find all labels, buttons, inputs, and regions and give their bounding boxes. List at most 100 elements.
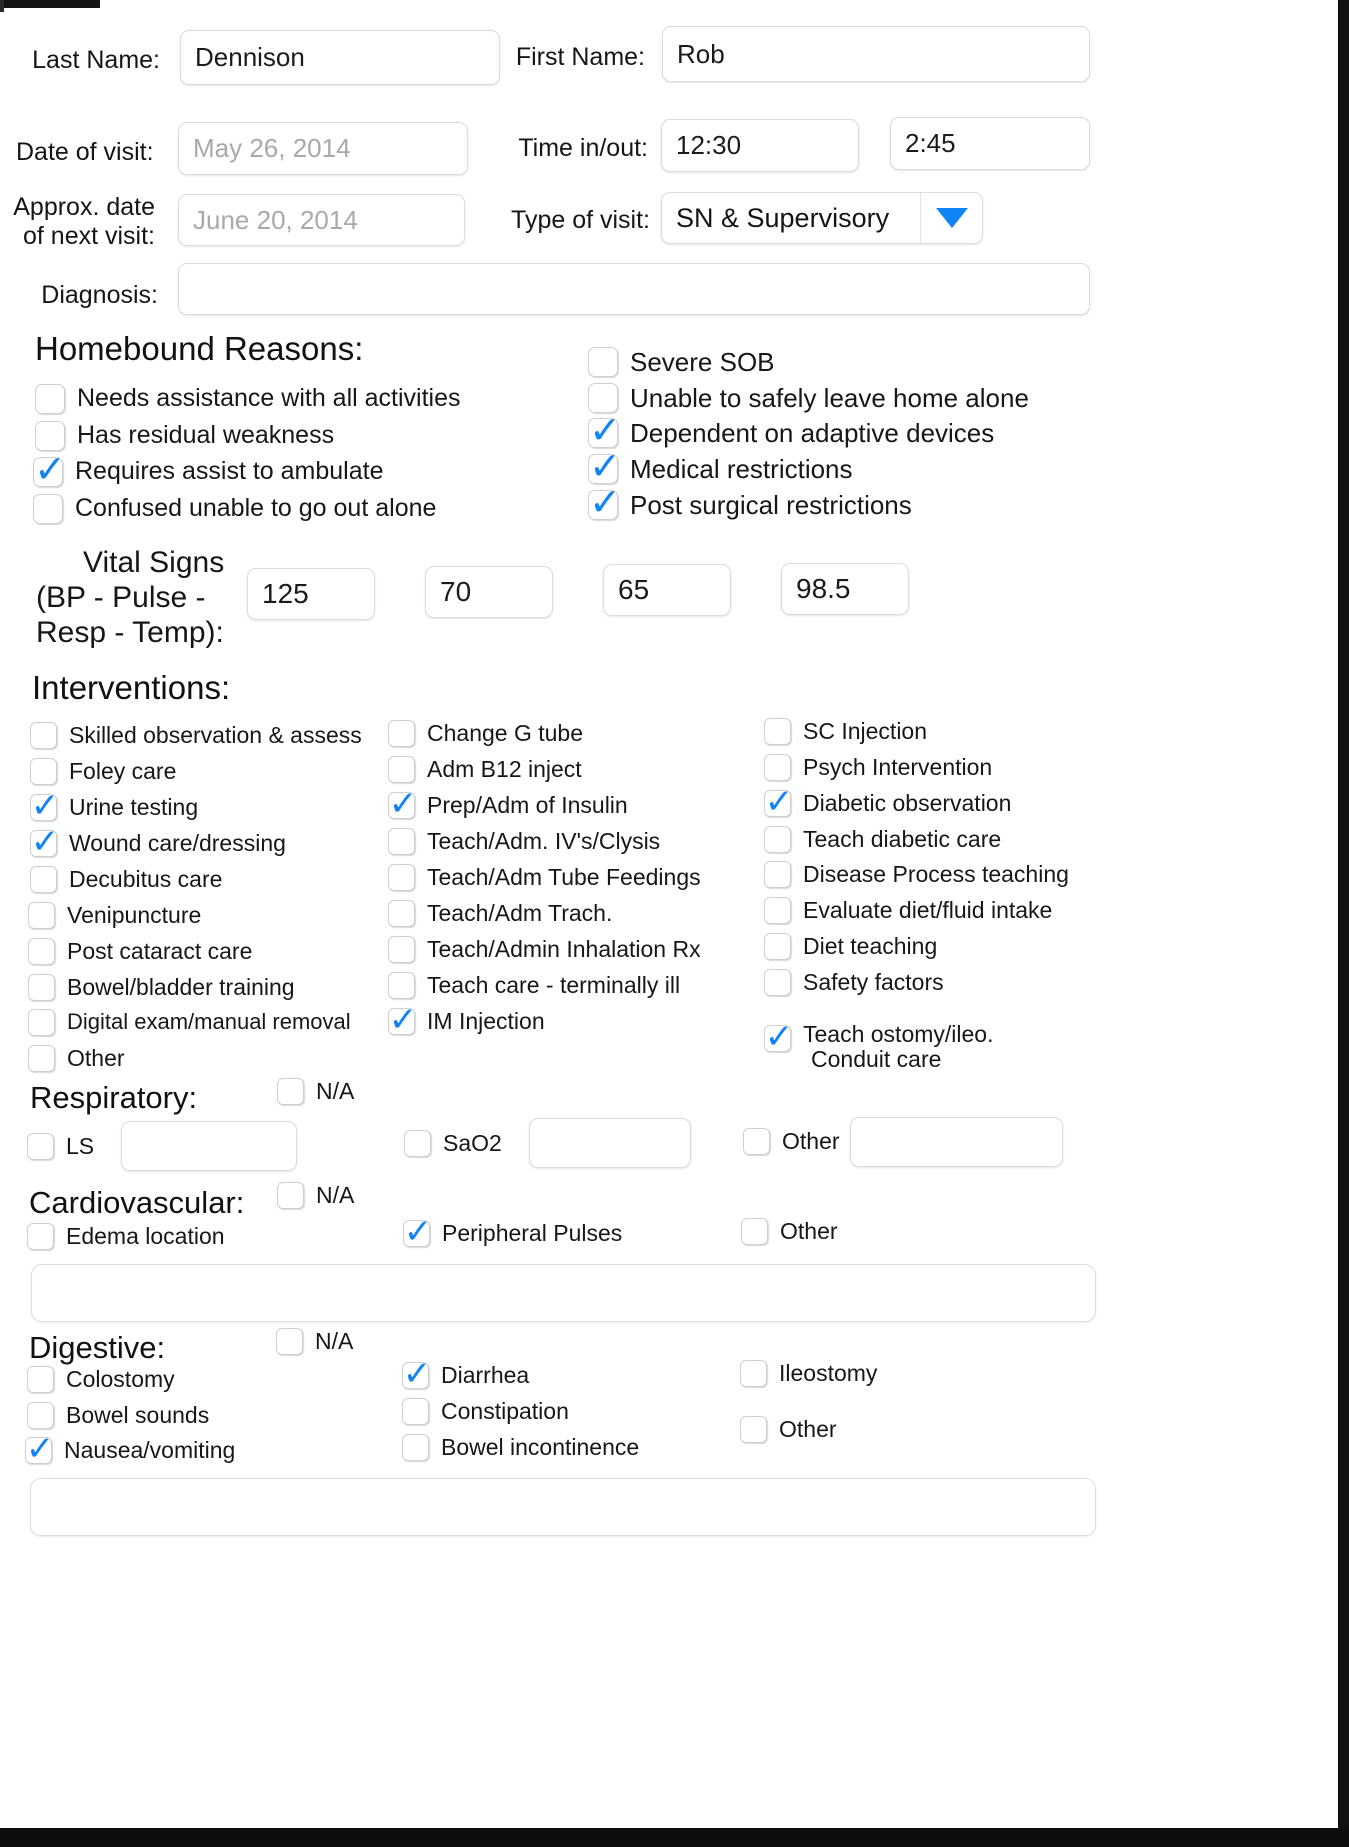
digestive-c2-2[interactable]: Bowel incontinence	[402, 1434, 639, 1461]
intervention-c1-1[interactable]: Foley care	[30, 758, 176, 785]
first-name-input[interactable]: Rob	[662, 26, 1090, 82]
respiratory-ls-input[interactable]	[121, 1121, 297, 1171]
checkbox-checked[interactable]: ✓	[388, 1000, 417, 1040]
digestive-c2-0[interactable]: ✓ Diarrhea	[402, 1354, 529, 1394]
homebound-item-6[interactable]: ✓ Dependent on adaptive devices	[588, 410, 994, 450]
cardiovascular-other[interactable]: Other	[741, 1218, 838, 1245]
time-in-input[interactable]: 12:30	[661, 119, 859, 172]
diagnosis-input[interactable]	[178, 263, 1090, 315]
intervention-c2-6[interactable]: Teach/Admin Inhalation Rx	[388, 936, 701, 963]
vitals-pulse-resp-input[interactable]: 65	[603, 564, 731, 616]
checkbox[interactable]	[764, 718, 791, 745]
respiratory-sao2[interactable]: SaO2	[404, 1130, 502, 1157]
checkbox[interactable]	[28, 1045, 55, 1072]
checkbox[interactable]	[388, 720, 415, 747]
checkbox[interactable]	[30, 722, 57, 749]
checkbox[interactable]	[741, 1218, 768, 1245]
checkbox[interactable]	[28, 902, 55, 929]
checkbox[interactable]	[28, 938, 55, 965]
checkbox-checked[interactable]: ✓	[764, 1017, 793, 1057]
digestive-na[interactable]: N/A	[276, 1328, 353, 1355]
intervention-c2-2[interactable]: ✓ Prep/Adm of Insulin	[388, 784, 628, 824]
intervention-c3-2[interactable]: ✓ Diabetic observation	[764, 782, 1011, 822]
digestive-c2-1[interactable]: Constipation	[402, 1398, 569, 1425]
respiratory-other-input[interactable]	[850, 1117, 1063, 1167]
checkbox[interactable]	[764, 969, 791, 996]
checkbox[interactable]	[27, 1133, 54, 1160]
respiratory-na[interactable]: N/A	[277, 1078, 354, 1105]
intervention-c3-4[interactable]: Disease Process teaching	[764, 861, 1069, 888]
checkbox[interactable]	[388, 900, 415, 927]
checkbox[interactable]	[27, 1223, 54, 1250]
checkbox[interactable]	[30, 758, 57, 785]
intervention-c1-3[interactable]: ✓ Wound care/dressing	[30, 822, 286, 862]
homebound-item-0[interactable]: Needs assistance with all activities	[35, 384, 461, 414]
homebound-item-5[interactable]: Unable to safely leave home alone	[588, 383, 1029, 413]
intervention-c2-3[interactable]: Teach/Adm. IV's/Clysis	[388, 828, 660, 855]
homebound-item-3[interactable]: Confused unable to go out alone	[33, 494, 436, 524]
cardiovascular-na[interactable]: N/A	[277, 1182, 354, 1209]
intervention-c2-7[interactable]: Teach care - terminally ill	[388, 972, 680, 999]
digestive-c1-1[interactable]: Bowel sounds	[27, 1402, 209, 1429]
intervention-c2-0[interactable]: Change G tube	[388, 720, 583, 747]
intervention-c1-0[interactable]: Skilled observation & assess	[30, 722, 362, 749]
intervention-c1-2[interactable]: ✓ Urine testing	[30, 786, 198, 826]
homebound-item-4[interactable]: Severe SOB	[588, 347, 775, 377]
intervention-c3-0[interactable]: SC Injection	[764, 718, 927, 745]
checkbox[interactable]	[740, 1416, 767, 1443]
checkbox[interactable]	[33, 494, 63, 524]
checkbox[interactable]	[276, 1328, 303, 1355]
checkbox[interactable]	[764, 897, 791, 924]
checkbox-checked[interactable]: ✓	[33, 449, 66, 489]
intervention-c2-4[interactable]: Teach/Adm Tube Feedings	[388, 864, 701, 891]
checkbox[interactable]	[28, 1009, 55, 1036]
vitals-bp-systolic-input[interactable]: 125	[247, 568, 375, 620]
vitals-bp-diastolic-input[interactable]: 70	[425, 566, 553, 618]
checkbox[interactable]	[277, 1078, 304, 1105]
checkbox[interactable]	[277, 1182, 304, 1209]
checkbox-checked[interactable]: ✓	[403, 1212, 432, 1252]
checkbox[interactable]	[35, 384, 65, 414]
chevron-down-icon[interactable]	[920, 193, 982, 243]
checkbox-checked[interactable]: ✓	[588, 482, 621, 522]
intervention-c1-5[interactable]: Venipuncture	[28, 902, 201, 929]
checkbox[interactable]	[27, 1366, 54, 1393]
checkbox[interactable]	[388, 756, 415, 783]
checkbox[interactable]	[402, 1434, 429, 1461]
checkbox-checked[interactable]: ✓	[388, 784, 417, 824]
respiratory-ls[interactable]: LS	[27, 1133, 94, 1160]
respiratory-sao2-input[interactable]	[529, 1118, 691, 1168]
intervention-c2-1[interactable]: Adm B12 inject	[388, 756, 582, 783]
cardiovascular-notes-input[interactable]	[31, 1264, 1096, 1322]
intervention-c1-9[interactable]: Other	[28, 1045, 125, 1072]
checkbox[interactable]	[388, 936, 415, 963]
digestive-notes-input[interactable]	[30, 1478, 1096, 1536]
cardiovascular-pulses[interactable]: ✓ Peripheral Pulses	[403, 1212, 622, 1252]
checkbox[interactable]	[388, 972, 415, 999]
date-of-visit-input[interactable]: May 26, 2014	[178, 122, 468, 175]
checkbox[interactable]	[764, 861, 791, 888]
intervention-c1-4[interactable]: Decubitus care	[30, 866, 222, 893]
time-out-input[interactable]: 2:45	[890, 117, 1090, 170]
digestive-c3-1[interactable]: Other	[740, 1416, 837, 1443]
respiratory-other[interactable]: Other	[743, 1128, 840, 1155]
digestive-c3-0[interactable]: Ileostomy	[740, 1360, 877, 1387]
intervention-c2-5[interactable]: Teach/Adm Trach.	[388, 900, 612, 927]
intervention-c1-7[interactable]: Bowel/bladder training	[28, 974, 295, 1001]
checkbox[interactable]	[402, 1398, 429, 1425]
intervention-c1-6[interactable]: Post cataract care	[28, 938, 252, 965]
checkbox[interactable]	[743, 1128, 770, 1155]
intervention-c3-teach-ostomy[interactable]: ✓ Teach ostomy/ileo. Conduit care	[764, 1017, 993, 1073]
checkbox[interactable]	[28, 974, 55, 1001]
checkbox[interactable]	[27, 1402, 54, 1429]
checkbox-checked[interactable]: ✓	[30, 822, 59, 862]
checkbox-checked[interactable]: ✓	[764, 782, 793, 822]
intervention-c3-5[interactable]: Evaluate diet/fluid intake	[764, 897, 1052, 924]
cardiovascular-edema[interactable]: Edema location	[27, 1223, 225, 1250]
intervention-c3-1[interactable]: Psych Intervention	[764, 754, 992, 781]
checkbox[interactable]	[404, 1130, 431, 1157]
checkbox[interactable]	[588, 347, 618, 377]
homebound-item-7[interactable]: ✓ Medical restrictions	[588, 446, 853, 486]
intervention-c2-8[interactable]: ✓ IM Injection	[388, 1000, 545, 1040]
checkbox[interactable]	[30, 866, 57, 893]
